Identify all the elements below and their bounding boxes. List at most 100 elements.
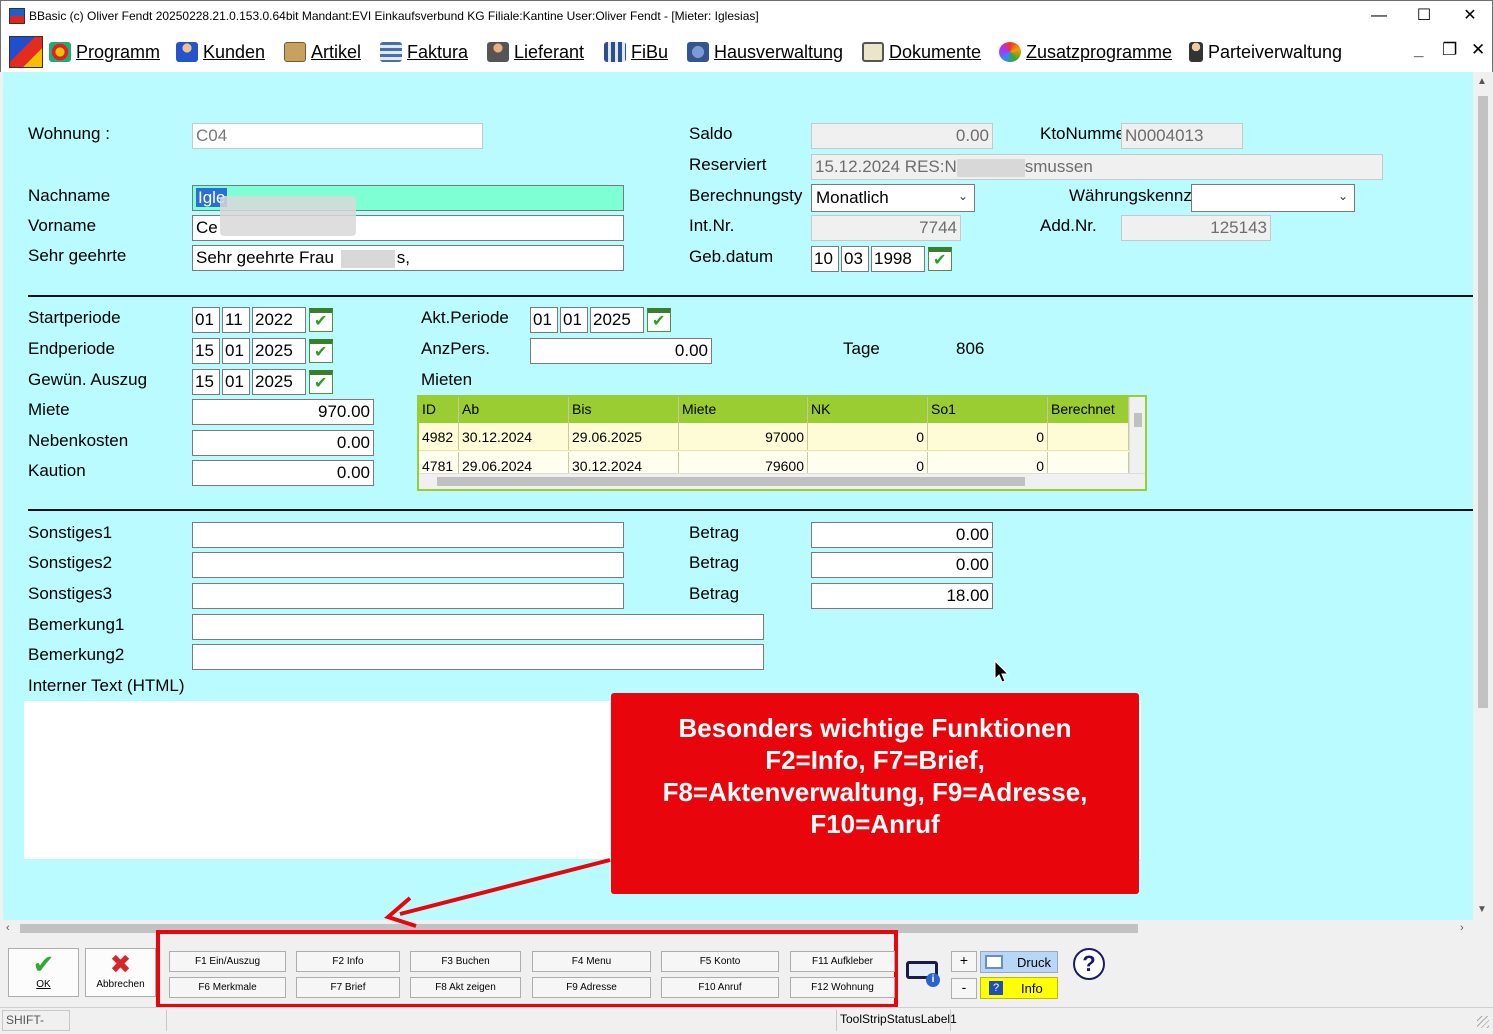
- anzpers-field[interactable]: 0.00: [530, 338, 712, 364]
- auszug-month[interactable]: 01: [222, 369, 250, 395]
- sonst2-field[interactable]: [192, 552, 624, 578]
- menu-faktura[interactable]: Faktura: [380, 39, 468, 65]
- calendar-icon[interactable]: [928, 247, 952, 271]
- geb-month[interactable]: 03: [841, 246, 869, 272]
- column-header[interactable]: ID: [419, 397, 459, 423]
- calendar-icon[interactable]: [647, 308, 671, 332]
- help-button[interactable]: ?: [1073, 948, 1105, 980]
- scroll-left-icon[interactable]: ‹: [6, 922, 10, 934]
- menu-fibu[interactable]: FiBu: [604, 39, 668, 65]
- column-header[interactable]: Bis: [569, 397, 679, 423]
- menu-zusatzprogramme[interactable]: Zusatzprogramme: [999, 39, 1172, 65]
- documents-icon: [862, 42, 884, 62]
- bem2-field[interactable]: [192, 644, 764, 670]
- f11-button[interactable]: F11 Aufkleber: [790, 951, 895, 972]
- sonst3-field[interactable]: [192, 583, 624, 609]
- f12-button[interactable]: F12 Wohnung: [790, 977, 895, 998]
- menu-parteiverwaltung[interactable]: Parteiverwaltung: [1189, 39, 1342, 65]
- plus-button[interactable]: +: [951, 951, 977, 972]
- phone-button[interactable]: i: [902, 953, 942, 991]
- minimize-button[interactable]: —: [1356, 1, 1402, 33]
- maximize-button[interactable]: ☐: [1401, 1, 1447, 33]
- kaution-field[interactable]: 0.00: [192, 460, 374, 486]
- f9-button[interactable]: F9 Adresse: [532, 977, 651, 998]
- column-header[interactable]: Miete: [679, 397, 808, 423]
- scroll-right-icon[interactable]: ›: [1460, 922, 1464, 934]
- nk-field[interactable]: 0.00: [192, 430, 374, 456]
- druck-button[interactable]: Druck: [980, 951, 1058, 973]
- mieten-table[interactable]: ID Ab Bis Miete NK So1 Berechnet 4982 30…: [417, 395, 1147, 491]
- betrag2-field[interactable]: 0.00: [811, 552, 993, 578]
- sonst1-field[interactable]: [192, 522, 624, 548]
- ok-button[interactable]: ✔ OK: [8, 948, 79, 997]
- menu-kunden[interactable]: Kunden: [176, 39, 265, 65]
- start-month[interactable]: 11: [222, 307, 250, 333]
- column-header[interactable]: Ab: [459, 397, 569, 423]
- geb-day[interactable]: 10: [811, 246, 839, 272]
- mdi-close-button[interactable]: ✕: [1471, 40, 1485, 60]
- title-bar: BBasic (c) Oliver Fendt 20250228.21.0.15…: [0, 0, 1493, 32]
- f8-button[interactable]: F8 Akt zeigen: [410, 977, 521, 998]
- f5-button[interactable]: F5 Konto: [661, 951, 779, 972]
- waehrung-select[interactable]: ⌄: [1191, 184, 1355, 212]
- cancel-button[interactable]: ✖ Abbrechen: [85, 948, 156, 997]
- column-header[interactable]: NK: [808, 397, 928, 423]
- calendar-icon[interactable]: [309, 339, 333, 363]
- wohnung-field[interactable]: C04: [192, 123, 483, 149]
- auszug-year[interactable]: 2025: [252, 369, 306, 395]
- start-day[interactable]: 01: [192, 307, 220, 333]
- f7-button[interactable]: F7 Brief: [296, 977, 400, 998]
- menu-dokumente[interactable]: Dokumente: [862, 39, 981, 65]
- scroll-up-icon[interactable]: ▲: [1477, 76, 1487, 87]
- akt-day[interactable]: 01: [530, 307, 558, 333]
- start-year[interactable]: 2022: [252, 307, 306, 333]
- menu-artikel[interactable]: Artikel: [284, 39, 361, 65]
- f4-button[interactable]: F4 Menu: [532, 951, 651, 972]
- end-month[interactable]: 01: [222, 338, 250, 364]
- close-button[interactable]: ✕: [1447, 1, 1493, 33]
- scroll-thumb[interactable]: [1478, 96, 1488, 708]
- resize-grip-icon[interactable]: [1477, 1016, 1489, 1028]
- column-header[interactable]: So1: [928, 397, 1048, 423]
- akt-month[interactable]: 01: [560, 307, 588, 333]
- calendar-icon[interactable]: [309, 308, 333, 332]
- geb-year[interactable]: 1998: [871, 246, 925, 272]
- betrag1-field[interactable]: 0.00: [811, 522, 993, 548]
- addons-icon: [999, 42, 1021, 62]
- end-year[interactable]: 2025: [252, 338, 306, 364]
- betrag3-field[interactable]: 18.00: [811, 583, 993, 609]
- end-day[interactable]: 15: [192, 338, 220, 364]
- annotation-arrow: [383, 858, 611, 928]
- vertical-scrollbar[interactable]: [1129, 397, 1145, 473]
- berechnung-select[interactable]: Monatlich ⌄: [811, 184, 975, 212]
- scroll-thumb[interactable]: [1134, 413, 1142, 427]
- f3-button[interactable]: F3 Buchen: [410, 951, 521, 972]
- f10-button[interactable]: F10 Anruf: [661, 977, 779, 998]
- table-row[interactable]: 4982 30.12.2024 29.06.2025 97000 0 0: [419, 423, 1129, 451]
- anrede-field[interactable]: Sehr geehrte Frau s,: [192, 245, 624, 271]
- f6-button[interactable]: F6 Merkmale: [169, 977, 286, 998]
- menu-programm[interactable]: Programm: [49, 39, 160, 65]
- bem2-label: Bemerkung2: [28, 645, 125, 664]
- scroll-thumb[interactable]: [437, 477, 1025, 486]
- menu-label: Lieferant: [514, 41, 585, 62]
- f1-button[interactable]: F1 Ein/Auszug: [169, 951, 286, 972]
- scroll-down-icon[interactable]: ▼: [1477, 904, 1487, 915]
- menu-hausverwaltung[interactable]: Hausverwaltung: [687, 39, 843, 65]
- calendar-icon[interactable]: [309, 370, 333, 394]
- callout-line: F10=Anruf: [810, 809, 940, 839]
- akt-year[interactable]: 2025: [590, 307, 644, 333]
- miete-field[interactable]: 970.00: [192, 399, 374, 425]
- column-header[interactable]: Berechnet: [1048, 397, 1129, 423]
- waehrung-label: Währungskennz.:: [1069, 186, 1202, 205]
- mdi-minimize-button[interactable]: _: [1414, 40, 1423, 60]
- mdi-restore-button[interactable]: ❐: [1442, 40, 1457, 60]
- horizontal-scrollbar[interactable]: [419, 473, 1145, 489]
- auszug-day[interactable]: 15: [192, 369, 220, 395]
- form-vertical-scrollbar[interactable]: ▲ ▼: [1473, 72, 1493, 920]
- f2-button[interactable]: F2 Info: [296, 951, 400, 972]
- info-button[interactable]: ? Info: [980, 977, 1058, 999]
- bem1-field[interactable]: [192, 614, 764, 640]
- menu-lieferant[interactable]: Lieferant: [487, 39, 584, 65]
- minus-button[interactable]: -: [951, 978, 977, 999]
